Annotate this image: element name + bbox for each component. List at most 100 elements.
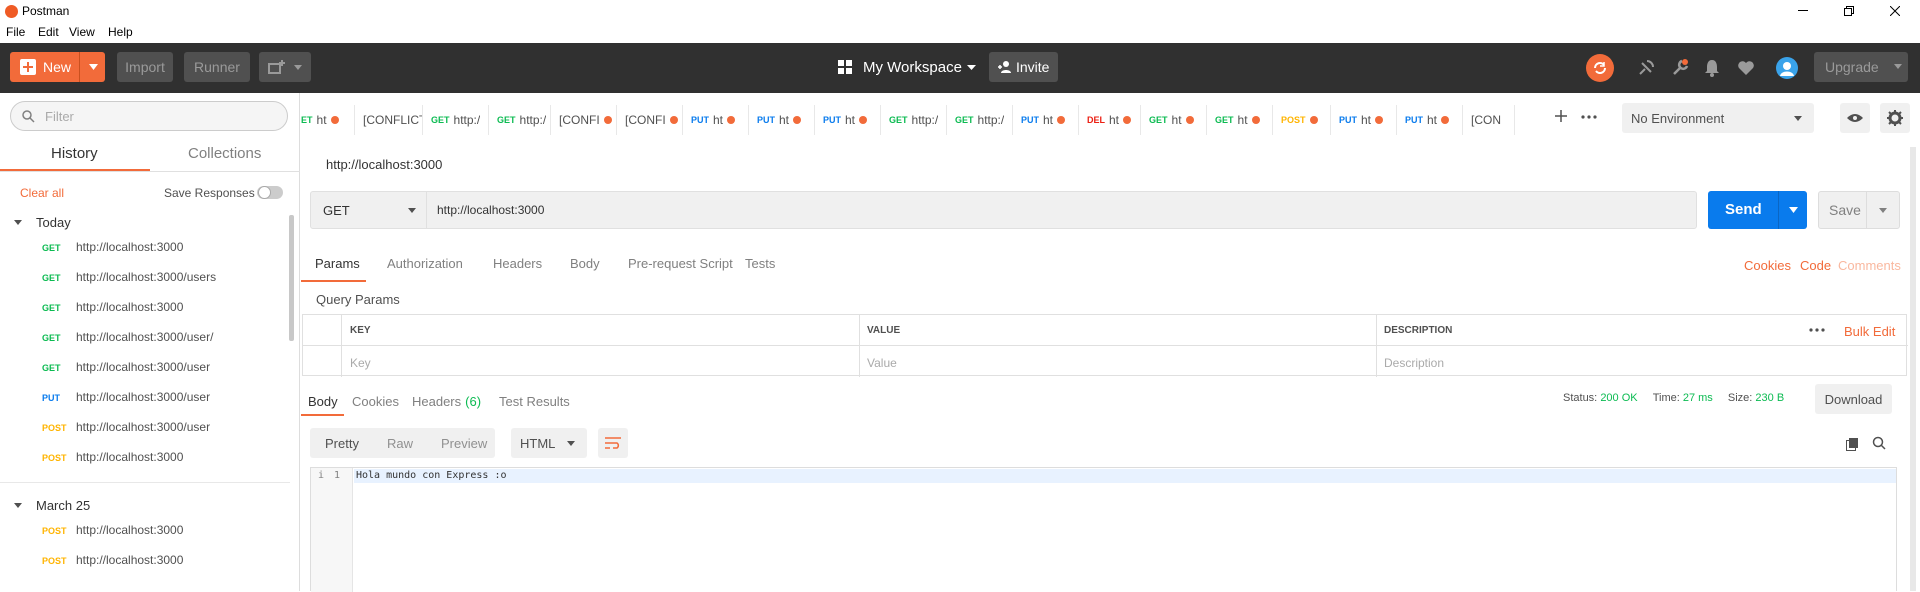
tab-body[interactable]: Body	[570, 256, 600, 271]
method-badge: GET	[1215, 115, 1234, 125]
menu-file[interactable]: File	[6, 25, 25, 39]
import-button[interactable]: Import	[117, 52, 173, 82]
new-window-button[interactable]	[259, 52, 311, 82]
gear-icon[interactable]	[1880, 103, 1910, 133]
new-button[interactable]: New	[10, 52, 105, 82]
response-body-editor[interactable]: i 1 Hola mundo con Express :o	[310, 467, 1897, 592]
cookies-link[interactable]: Cookies	[1744, 258, 1791, 273]
request-name[interactable]: http://localhost:3000	[326, 157, 442, 172]
bell-icon[interactable]	[1700, 56, 1724, 80]
url-input[interactable]: http://localhost:3000	[426, 191, 1697, 229]
tab-headers[interactable]: Headers	[493, 256, 542, 271]
wrap-lines-icon[interactable]	[598, 428, 628, 458]
request-tab[interactable]: POST	[1273, 105, 1331, 135]
raw-button[interactable]: Raw	[387, 436, 413, 451]
invite-button[interactable]: Invite	[989, 52, 1058, 82]
comments-link[interactable]: Comments	[1838, 258, 1901, 273]
list-item[interactable]: POST http://localhost:3000	[0, 516, 290, 546]
list-item[interactable]: GET http://localhost:3000/users	[0, 263, 290, 293]
history-group[interactable]: March 25	[0, 496, 290, 516]
method-select[interactable]: GET	[310, 191, 427, 229]
list-item[interactable]: GET http://localhost:3000/user/	[0, 323, 290, 353]
request-tab[interactable]: PUT ht	[1013, 105, 1079, 135]
response-tab-test-results[interactable]: Test Results	[499, 394, 570, 409]
request-tab[interactable]: [CONFLICT	[355, 105, 423, 135]
chevron-down-icon[interactable]	[89, 64, 98, 70]
request-tab[interactable]: GET http:/	[423, 105, 489, 135]
request-tab[interactable]: PUT ht	[1331, 105, 1397, 135]
request-tab[interactable]: GET ht	[1141, 105, 1207, 135]
history-url: http://localhost:3000	[76, 523, 184, 537]
request-tab[interactable]: ET ht	[301, 105, 355, 135]
request-tab[interactable]: GET http:/	[881, 105, 947, 135]
copy-icon[interactable]	[1846, 437, 1860, 451]
more-tabs-icon[interactable]	[1581, 115, 1597, 119]
preview-button[interactable]: Preview	[441, 436, 487, 451]
list-item[interactable]: GET http://localhost:3000/user	[0, 353, 290, 383]
tab-label: ht	[1109, 113, 1120, 127]
filter-input[interactable]: Filter	[10, 101, 288, 131]
chevron-down-icon[interactable]	[967, 65, 976, 70]
more-icon[interactable]	[1809, 328, 1825, 332]
list-item[interactable]: GET http://localhost:3000	[0, 233, 290, 263]
avatar[interactable]	[1776, 57, 1798, 79]
format-select[interactable]: HTML	[511, 428, 587, 458]
wrench-icon[interactable]	[1668, 56, 1692, 80]
send-button[interactable]: Send	[1708, 191, 1807, 229]
description-input[interactable]: Description	[1384, 356, 1444, 370]
add-tab-icon[interactable]	[1554, 109, 1568, 123]
request-tab[interactable]: PUT ht	[815, 105, 881, 135]
download-button[interactable]: Download	[1815, 384, 1892, 414]
sync-icon[interactable]	[1586, 54, 1614, 82]
restore-icon[interactable]	[1826, 0, 1872, 22]
request-tab[interactable]: [CONFI	[551, 105, 617, 135]
list-item[interactable]: POST http://localhost:3000/user	[0, 413, 290, 443]
request-tab[interactable]: PUT ht	[1397, 105, 1463, 135]
satellite-icon[interactable]	[1634, 56, 1658, 80]
list-item[interactable]: PUT http://localhost:3000/user	[0, 383, 290, 413]
search-icon[interactable]	[1872, 436, 1886, 450]
menu-help[interactable]: Help	[108, 25, 133, 39]
list-item[interactable]: POST http://localhost:3000	[0, 546, 290, 576]
tab-collections[interactable]: Collections	[188, 145, 261, 162]
code-link[interactable]: Code	[1800, 258, 1831, 273]
request-tab[interactable]: [CON	[1463, 105, 1515, 135]
close-icon[interactable]	[1872, 0, 1918, 22]
history-group[interactable]: Today	[0, 213, 290, 233]
list-item[interactable]: GET http://localhost:3000	[0, 293, 290, 323]
bulk-edit-link[interactable]: Bulk Edit	[1844, 324, 1895, 339]
response-tab-cookies[interactable]: Cookies	[352, 394, 399, 409]
tab-tests[interactable]: Tests	[745, 256, 775, 271]
tab-pre-request-script[interactable]: Pre-request Script	[628, 256, 733, 271]
key-input[interactable]: Key	[350, 356, 371, 370]
menu-edit[interactable]: Edit	[38, 25, 59, 39]
tab-history[interactable]: History	[51, 145, 98, 162]
minimize-icon[interactable]	[1780, 0, 1826, 22]
request-tab[interactable]: GET http:/	[489, 105, 551, 135]
request-tab[interactable]: PUT ht	[749, 105, 815, 135]
list-item[interactable]: POST http://localhost:3000	[0, 443, 290, 473]
runner-button[interactable]: Runner	[184, 52, 250, 82]
heart-icon[interactable]	[1734, 56, 1758, 80]
request-tab[interactable]: [CONFI	[617, 105, 683, 135]
save-button[interactable]: Save	[1818, 191, 1900, 229]
upgrade-button[interactable]: Upgrade	[1814, 52, 1908, 82]
clear-all-link[interactable]: Clear all	[20, 186, 64, 200]
eye-icon[interactable]	[1840, 103, 1870, 133]
unsaved-dot-icon	[727, 116, 736, 124]
tab-params[interactable]: Params	[315, 256, 360, 271]
save-responses-toggle[interactable]	[257, 186, 283, 199]
pretty-button[interactable]: Pretty	[325, 436, 359, 451]
response-tab-headers[interactable]: Headers (6)	[412, 394, 481, 409]
request-tab[interactable]: GET http:/	[947, 105, 1013, 135]
menu-view[interactable]: View	[69, 25, 95, 39]
main-scrollbar[interactable]	[1910, 147, 1916, 591]
request-tab[interactable]: DEL ht	[1079, 105, 1141, 135]
workspace-selector[interactable]: My Workspace	[863, 59, 962, 76]
request-tab[interactable]: PUT ht	[683, 105, 749, 135]
response-tab-body[interactable]: Body	[308, 394, 338, 409]
environment-select[interactable]: No Environment	[1622, 103, 1814, 133]
tab-authorization[interactable]: Authorization	[387, 256, 463, 271]
request-tab[interactable]: GET ht	[1207, 105, 1273, 135]
value-input[interactable]: Value	[867, 356, 897, 370]
